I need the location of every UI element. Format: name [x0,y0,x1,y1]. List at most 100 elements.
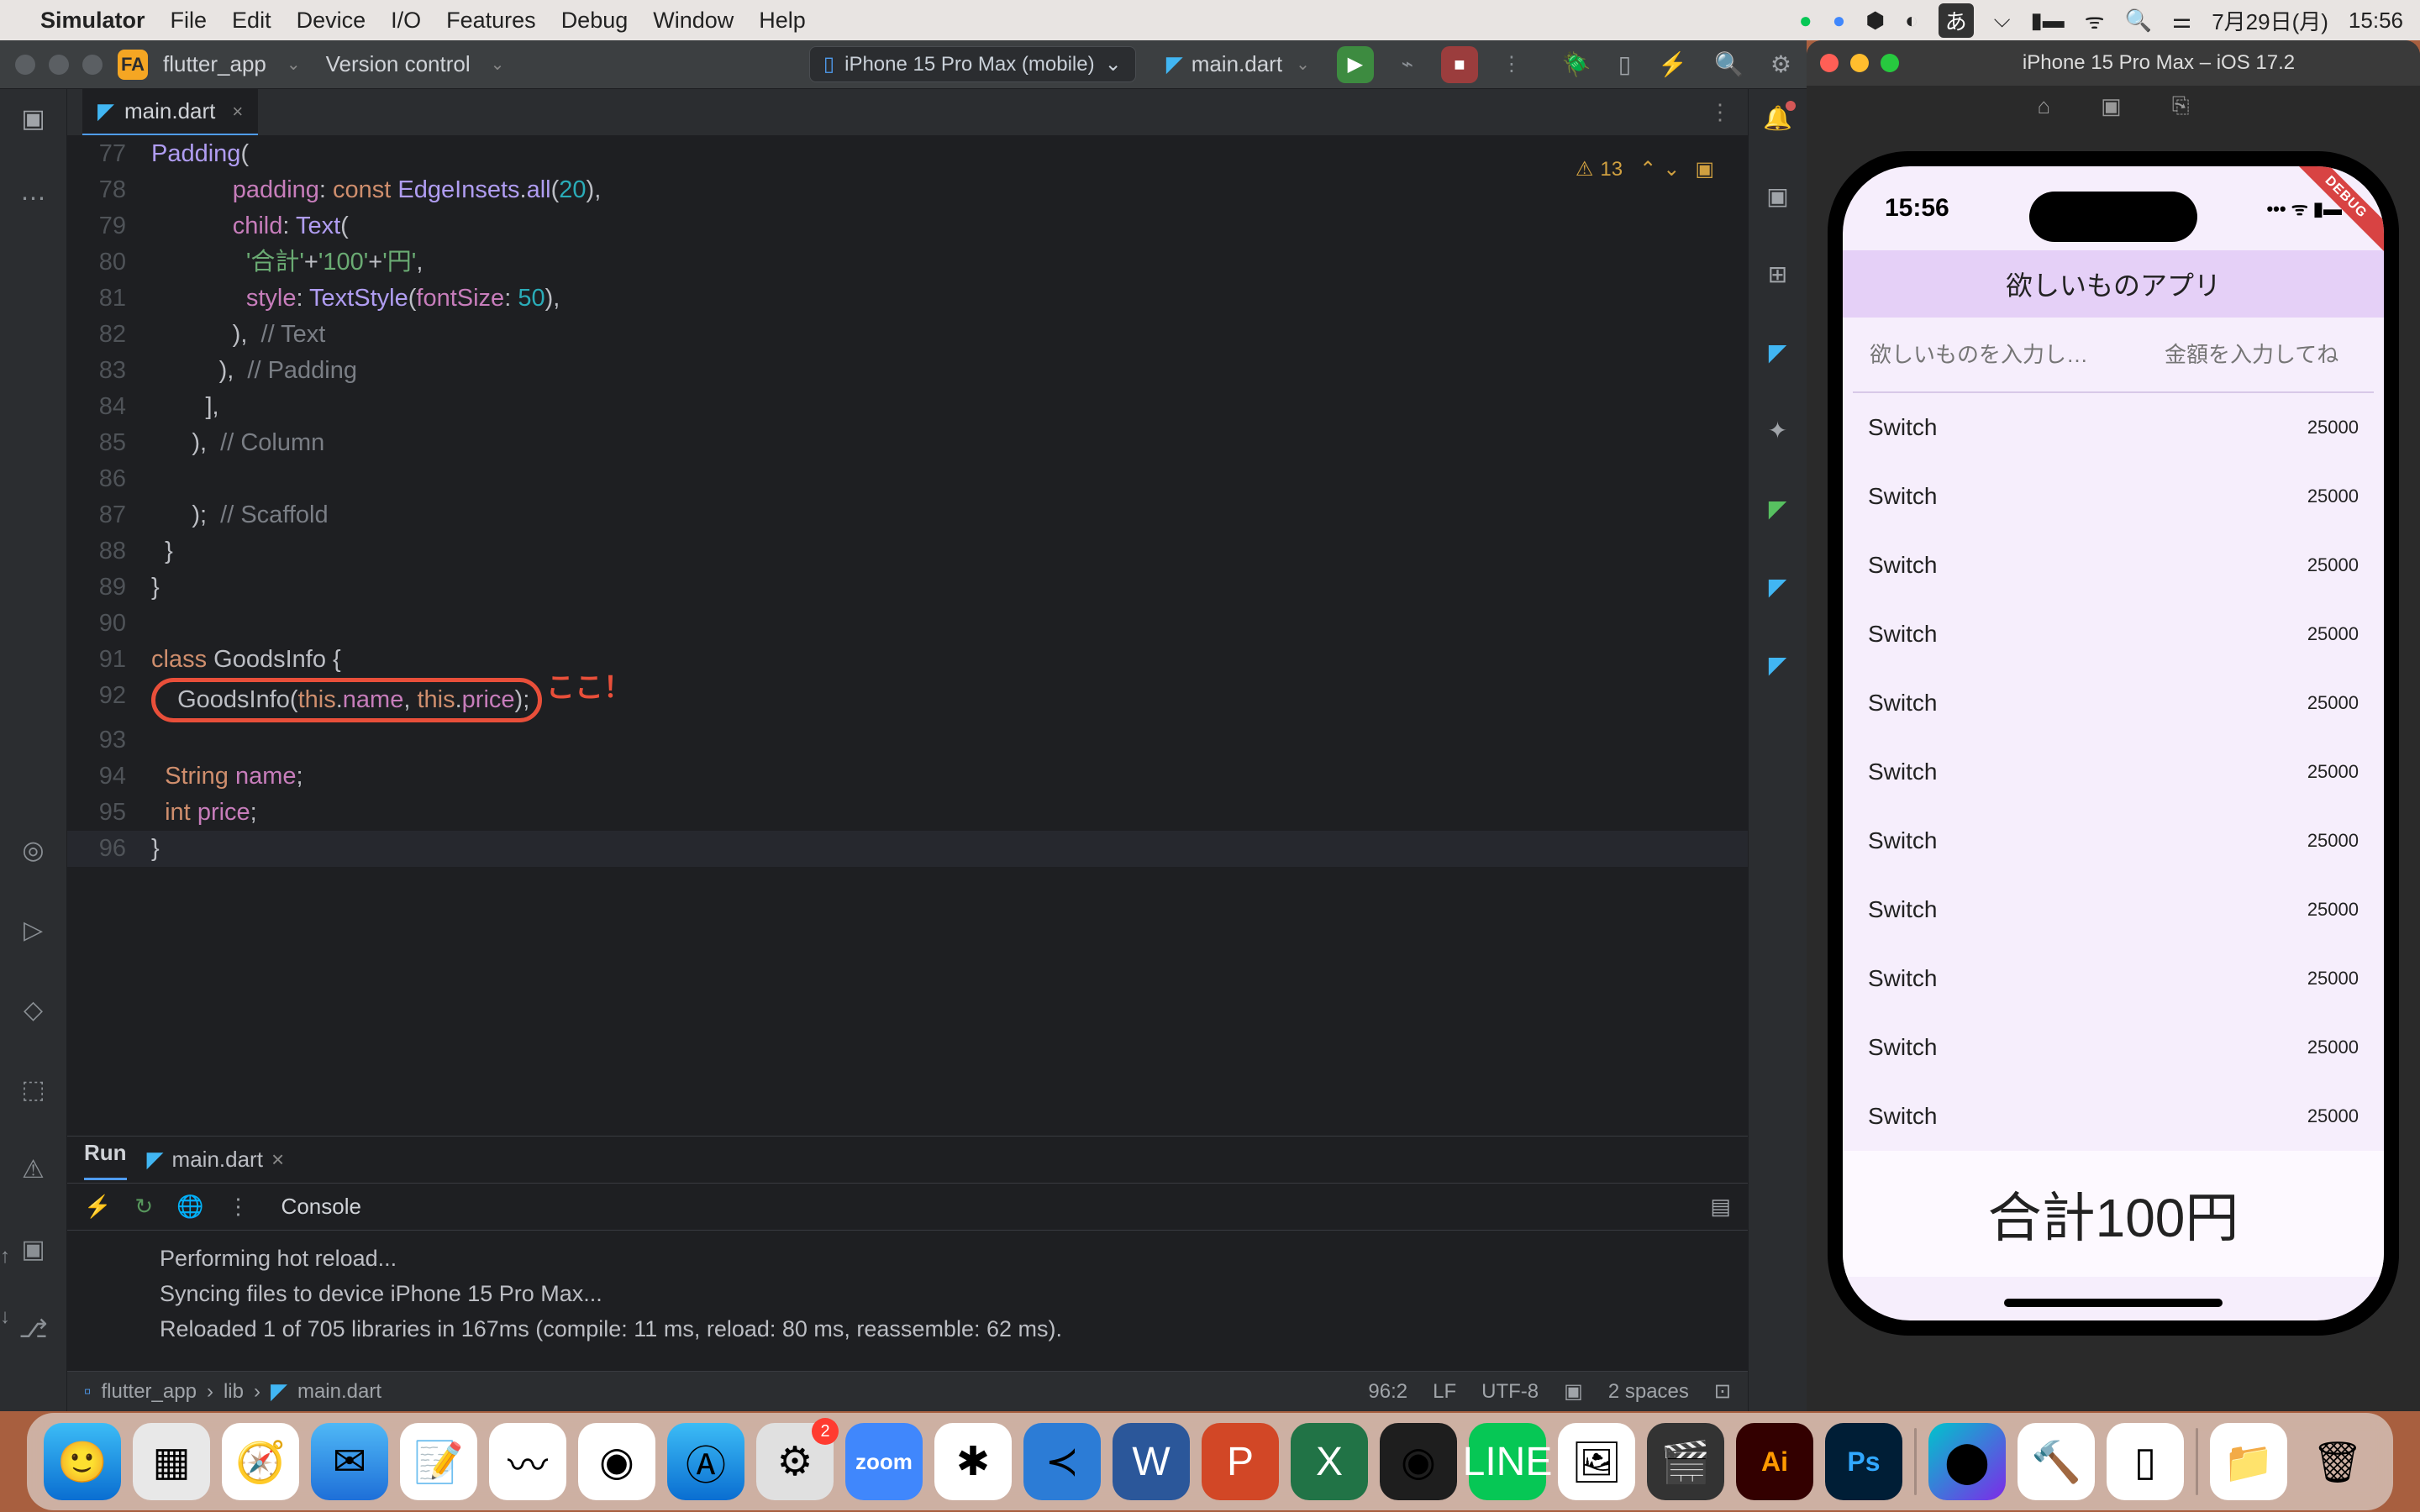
code-line[interactable]: 94 String name; [67,759,1748,795]
chevron-up-icon[interactable]: ⌃ [1639,151,1656,187]
menulet-icon[interactable]: ◐ [1905,8,1918,34]
copy-icon[interactable]: ⎘ [2172,92,2190,119]
code-line[interactable]: 93 [67,722,1748,759]
code-content[interactable]: Padding( [151,136,1748,172]
window-traffic-lights[interactable] [1820,54,1899,72]
phone-screen[interactable]: DEBUG 15:56 ••• ᯤ ▮▬ 欲しいものアプリ 保存 Switch2… [1843,166,2384,1320]
list-item[interactable]: Switch25000 [1843,531,2384,600]
photoshop-icon[interactable]: Ps [1825,1423,1902,1500]
run-tab[interactable]: Run [84,1140,127,1180]
list-item[interactable]: Switch25000 [1843,669,2384,738]
menu-device[interactable]: Device [297,8,366,34]
line-icon[interactable]: LINE [1469,1423,1546,1500]
code-line[interactable]: 88 } [67,533,1748,570]
code-content[interactable]: } [151,533,1748,570]
menu-window[interactable]: Window [653,8,734,34]
close-icon[interactable]: × [271,1147,284,1173]
notes-icon[interactable]: 📝 [400,1423,477,1500]
code-line[interactable]: 83 ), // Padding [67,353,1748,389]
breadcrumb-item[interactable]: lib [224,1380,244,1404]
console-file-tab[interactable]: ◤ main.dart × [147,1147,285,1173]
list-item[interactable]: Switch25000 [1843,944,2384,1013]
line-menulet-icon[interactable]: ● [1799,8,1812,34]
notifications-icon[interactable]: 🔔 [1763,104,1792,132]
flutter-icon[interactable]: ◤ [1769,495,1787,522]
code-line[interactable]: 84 ], [67,389,1748,425]
launchpad-icon[interactable]: ▦ [133,1423,210,1500]
project-name[interactable]: flutter_app [163,51,266,77]
code-content[interactable]: int price; [151,795,1748,831]
sparkle-icon[interactable]: ✦ [1768,417,1787,444]
list-item[interactable]: Switch25000 [1843,1013,2384,1082]
finder-icon[interactable]: 🙂 [44,1423,121,1500]
run-button[interactable]: ▶ [1337,46,1374,83]
app-menu[interactable]: Simulator [40,8,145,34]
time-label[interactable]: 15:56 [2349,8,2403,34]
home-icon[interactable]: ⌂ [2037,93,2050,119]
editor-tab[interactable]: ◤ main.dart × [82,89,258,135]
list-item[interactable]: Switch25000 [1843,875,2384,944]
indent[interactable]: 2 spaces [1608,1380,1689,1404]
bug-icon[interactable]: 🪲 [1562,50,1591,78]
more-icon[interactable]: ⋮ [228,1194,250,1220]
preview-icon[interactable]: 🖼 [1558,1423,1635,1500]
down-icon[interactable]: ↓ [0,1299,10,1335]
cursor-position[interactable]: 96:2 [1368,1380,1407,1404]
encoding[interactable]: UTF-8 [1481,1380,1539,1404]
trash-icon[interactable]: 🗑 [2299,1423,2376,1500]
mail-icon[interactable]: ✉ [311,1423,388,1500]
code-content[interactable]: GoodsInfo(this.name, this.price); [151,678,1748,722]
menu-help[interactable]: Help [759,8,806,34]
code-content[interactable]: '合計'+'100'+'円', [151,244,1748,281]
code-line[interactable]: 96} [67,831,1748,867]
breadcrumb-item[interactable]: flutter_app [102,1380,197,1404]
code-line[interactable]: 91class GoodsInfo { [67,642,1748,678]
line-ending[interactable]: LF [1433,1380,1456,1404]
more-icon[interactable]: ⋮ [1709,99,1731,125]
version-control[interactable]: Version control [326,51,471,77]
gear-icon[interactable]: ⚙ [1770,50,1791,78]
control-center-icon[interactable]: ⚌ [2172,8,2191,34]
code-line[interactable]: 77Padding( [67,136,1748,172]
canva-icon[interactable]: ⬤ [1928,1423,2006,1500]
menu-edit[interactable]: Edit [232,8,271,34]
box-icon[interactable]: ⬚ [21,1075,45,1105]
freeform-icon[interactable]: 〰 [489,1423,566,1500]
code-line[interactable]: 89} [67,570,1748,606]
chevron-down-icon[interactable]: ⌄ [491,54,505,75]
word-icon[interactable]: W [1113,1423,1190,1500]
slack-icon[interactable]: ✱ [934,1423,1012,1500]
zoom-menulet-icon[interactable]: ● [1833,8,1846,34]
expand-icon[interactable]: ▣ [1695,151,1714,187]
code-content[interactable]: ), // Text [151,317,1748,353]
chevron-down-icon[interactable]: ⌄ [1663,151,1680,187]
hot-reload-icon[interactable]: ⚡ [84,1194,111,1220]
appstore-icon[interactable]: Ⓐ [667,1423,744,1500]
screenshot-icon[interactable]: ▣ [2101,93,2122,119]
price-input[interactable] [2165,342,2384,368]
wifi-icon[interactable]: ᯤ [2085,5,2105,35]
item-name-input[interactable] [1870,342,2151,368]
tool-icon[interactable]: ▣ [1766,182,1788,210]
project-tool-icon[interactable]: ▣ [21,104,45,134]
finalcut-icon[interactable]: 🎬 [1647,1423,1724,1500]
breadcrumb-item[interactable]: main.dart [297,1380,381,1404]
excel-icon[interactable]: X [1291,1423,1368,1500]
item-list[interactable]: Switch25000Switch25000Switch25000Switch2… [1843,393,2384,1151]
up-icon[interactable]: ↑ [0,1239,10,1274]
date-label[interactable]: 7月29日(月) [2212,5,2328,36]
code-line[interactable]: 95 int price; [67,795,1748,831]
tool-icon[interactable]: ⊞ [1768,260,1787,288]
debug-button[interactable]: ⌁ [1389,46,1426,83]
figma-icon[interactable]: ◉ [1380,1423,1457,1500]
diamond-icon[interactable]: ◇ [24,995,43,1025]
layout-icon[interactable]: ▤ [1710,1194,1731,1220]
menulet-icon[interactable]: ⬢ [1865,8,1885,34]
list-item[interactable]: Switch25000 [1843,393,2384,462]
code-content[interactable]: ], [151,389,1748,425]
menu-file[interactable]: File [171,8,208,34]
menu-features[interactable]: Features [446,8,536,34]
code-line[interactable]: 82 ), // Text [67,317,1748,353]
chevron-down-icon[interactable]: ⌄ [287,54,301,75]
circle-icon[interactable]: ◎ [22,836,44,865]
